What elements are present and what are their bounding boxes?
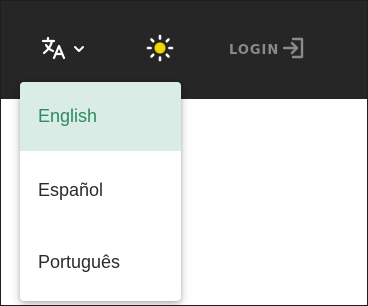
language-option-label: Español xyxy=(38,180,104,200)
language-option-label: English xyxy=(38,106,98,126)
language-option-english[interactable]: English xyxy=(20,82,181,151)
sun-icon xyxy=(145,33,175,68)
language-selector-button[interactable] xyxy=(41,34,85,66)
language-option-label: Português xyxy=(38,252,121,272)
login-icon xyxy=(283,36,305,65)
language-option-portugues[interactable]: Português xyxy=(20,228,181,297)
language-menu: English Español Português xyxy=(20,82,181,301)
chevron-down-icon xyxy=(73,41,85,59)
language-option-espanol[interactable]: Español xyxy=(20,156,181,225)
translate-icon xyxy=(41,35,67,66)
login-label: LOGIN xyxy=(229,42,280,58)
theme-toggle-button[interactable] xyxy=(144,34,176,66)
app-frame: LOGIN English Español Português xyxy=(0,0,368,306)
login-button[interactable]: LOGIN xyxy=(229,34,305,66)
